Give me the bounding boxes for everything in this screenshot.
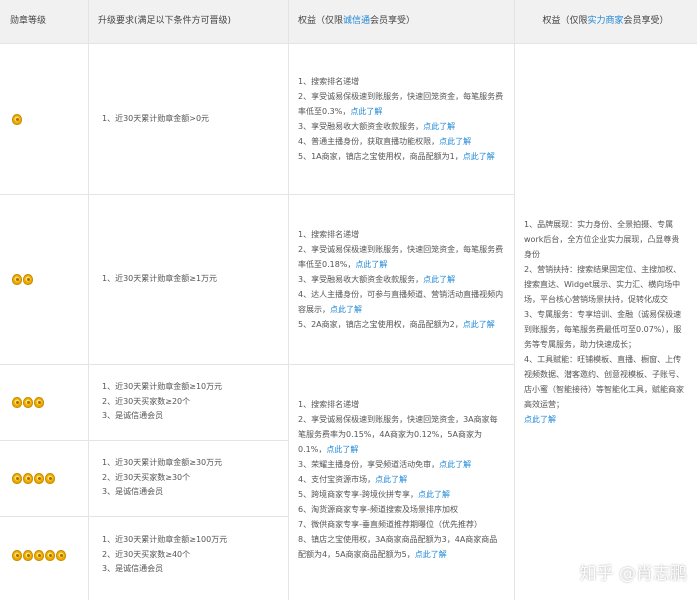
level-cell	[0, 516, 88, 594]
medal-icon	[34, 472, 44, 484]
medal-icon	[23, 472, 33, 484]
learn-more-link[interactable]: 点此了解	[418, 490, 450, 499]
medal-icon	[34, 549, 44, 561]
rights-item: 4、普通主播身份，获取直播功能权限，点此了解	[298, 137, 472, 146]
rights-cell: 1、搜索排名递增 2、享受诚易保极速到账服务，快速回笼资金，每笔服务费率低至0.…	[288, 44, 514, 194]
medal-icon	[45, 549, 55, 561]
requirement-item: 1、近30天累计勋章金额≥30万元	[102, 457, 223, 467]
rights-table: 勋章等级 升级要求(满足以下条件方可晋级) 权益（仅限 诚信通 会员享受） 权益（仅…	[0, 0, 697, 600]
rights-item: 3、享受融易收大额资金收款服务，点此了解	[298, 122, 456, 131]
learn-more-link[interactable]: 点此了解	[350, 107, 382, 116]
learn-more-link[interactable]: 点此了解	[375, 475, 407, 484]
learn-more-link[interactable]: 点此了解	[415, 550, 447, 559]
requirement-cell: 1、近30天累计勋章金额≥100万元 2、近30天买家数≥40个 3、是诚信通会…	[88, 516, 288, 594]
requirement-item: 1、近30天累计勋章金额≥10万元	[102, 381, 223, 391]
rights-item: 7、微供商家专享-垂直频道推荐期曝位（优先推荐）	[298, 519, 482, 529]
requirement-cell: 1、近30天累计勋章金额≥30万元 2、近30天买家数≥30个 3、是诚信通会员	[88, 440, 288, 516]
rights-cell: 1、搜索排名递增 2、享受诚易保极速到账服务，快速回笼资金，每笔服务费率低至0.…	[288, 194, 514, 364]
learn-more-link[interactable]: 点此了解	[355, 260, 387, 269]
medal-icon	[45, 472, 55, 484]
requirement-cell: 1、近30天累计勋章金额≥10万元 2、近30天买家数≥20个 3、是诚信通会员	[88, 364, 288, 440]
header-rights2-prefix: 权益（仅限	[542, 16, 588, 27]
requirement-cell: 1、近30天累计勋章金额≥1万元	[88, 194, 288, 364]
learn-more-link[interactable]: 点此了解	[524, 415, 556, 424]
level-cell	[0, 364, 88, 440]
learn-more-link[interactable]: 点此了解	[463, 320, 495, 329]
rights-cell-shared: 1、搜索排名递增 2、享受诚易保极速到账服务，快速回笼资金，3A商家每笔服务费率…	[288, 364, 514, 594]
header-rights1-highlight[interactable]: 诚信通	[343, 15, 370, 27]
strength-rights-cell: 1、品牌展现：实力身份、全景拍摄、专属work后台，全方位企业实力展现，凸显尊贵…	[514, 44, 697, 600]
rights-item: 2、享受诚易保极速到账服务，快速回笼资金，每笔服务费率低至0.18%，点此了解	[298, 244, 504, 269]
medal-icon	[23, 549, 33, 561]
medal-row	[12, 549, 88, 561]
medal-icon	[23, 396, 33, 408]
rights-item: 1、搜索排名递增	[298, 77, 360, 86]
strength-rights-item: 3、专属服务：专享培训、金融（诚易保极速到账服务，每笔服务费最低可至0.07%）…	[524, 310, 682, 349]
learn-more-link[interactable]: 点此了解	[463, 152, 495, 161]
rights-item: 4、支付宝资源市场，点此了解	[298, 474, 408, 484]
rights-item: 2、享受诚易保极速到账服务，快速回笼资金，每笔服务费率低至0.3%，点此了解	[298, 92, 504, 116]
medal-icon	[34, 396, 44, 408]
level-cell	[0, 44, 88, 194]
requirement-item: 1、近30天累计勋章金额≥1万元	[102, 273, 218, 283]
header-rights-chengxintong: 权益（仅限 诚信通 会员享受）	[288, 0, 514, 44]
header-rights2-suffix: 会员享受）	[623, 16, 669, 27]
learn-more-link[interactable]: 点此了解	[439, 460, 471, 469]
learn-more-link[interactable]: 点此了解	[326, 445, 358, 454]
header-requirement: 升级要求(满足以下条件方可晋级)	[88, 0, 288, 44]
medal-icon	[56, 549, 66, 561]
header-rights-strength: 权益（仅限 实力商家 会员享受）	[514, 0, 697, 44]
header-rights1-prefix: 权益（仅限	[298, 16, 344, 27]
medal-icon	[12, 549, 22, 561]
medal-icon	[12, 396, 22, 408]
medal-row	[12, 273, 88, 285]
rights-item: 2、享受诚易保极速到账服务，快速回笼资金，3A商家每笔服务费率为0.15%，4A…	[298, 414, 498, 454]
requirement-item: 3、是诚信通会员	[102, 487, 164, 497]
header-requirement-label: 升级要求(满足以下条件方可晋级)	[98, 16, 232, 27]
learn-more-link[interactable]: 点此了解	[439, 137, 471, 146]
rights-item: 8、镇店之宝使用权，3A商家商品配额为3，4A商家商品配额为4，5A商家商品配额…	[298, 534, 498, 559]
rights-item: 1、搜索排名递增	[298, 399, 360, 409]
requirement-item: 2、近30天买家数≥40个	[102, 549, 191, 559]
level-cell	[0, 194, 88, 364]
level-cell	[0, 440, 88, 516]
rights-item: 3、享受融易收大额资金收款服务，点此了解	[298, 274, 456, 284]
strength-rights-item: 4、工具赋能：旺铺模板、直播、橱窗、上传视频数据、潜客邀约、创意视模板、子账号、…	[524, 355, 684, 409]
requirement-cell: 1、近30天累计勋章金额>0元	[88, 44, 288, 194]
requirement-item: 3、是诚信通会员	[102, 564, 164, 574]
medal-icon	[12, 113, 22, 125]
rights-item: 4、达人主播身份，可参与直播频道、营销活动直播视频内容展示，点此了解	[298, 289, 504, 314]
medal-row	[12, 472, 88, 484]
rights-item: 1、搜索排名递增	[298, 229, 360, 239]
medal-icon	[12, 273, 22, 285]
requirement-item: 1、近30天累计勋章金额≥100万元	[102, 534, 228, 544]
rights-item: 5、2A商家，镇店之宝使用权，商品配额为2，点此了解	[298, 319, 495, 329]
learn-more-link[interactable]: 点此了解	[423, 122, 455, 131]
requirement-item: 2、近30天买家数≥20个	[102, 396, 191, 406]
header-level: 勋章等级	[0, 0, 88, 44]
requirement-item: 2、近30天买家数≥30个	[102, 472, 191, 482]
learn-more-link[interactable]: 点此了解	[330, 305, 362, 314]
strength-rights-item: 2、营销扶持：搜索结果固定位、主搜加权、搜索直达、Widget展示、实力汇、横向…	[524, 265, 682, 304]
header-rights2-highlight[interactable]: 实力商家	[587, 15, 623, 27]
requirement-item: 3、是诚信通会员	[102, 411, 164, 421]
header-rights1-suffix: 会员享受）	[370, 16, 416, 27]
medal-row	[12, 113, 88, 125]
medal-row	[12, 396, 88, 408]
learn-more-link[interactable]: 点此了解	[423, 275, 455, 284]
strength-rights-item: 点此了解	[524, 412, 687, 427]
rights-item: 5、1A商家，镇店之宝使用权，商品配额为1，点此了解	[298, 152, 495, 161]
medal-icon	[23, 273, 33, 285]
watermark: 知乎 @肖志鹏	[579, 564, 687, 585]
medal-icon	[12, 472, 22, 484]
header-level-label: 勋章等级	[10, 16, 47, 27]
requirement-item: 1、近30天累计勋章金额>0元	[102, 113, 210, 123]
rights-item: 5、跨境商家专享-跨境伙拼专享，点此了解	[298, 489, 450, 499]
rights-item: 6、淘货源商家专享-频道搜索及场景排序加权	[298, 504, 458, 514]
rights-item: 3、荣耀主播身份，享受频道活动免审，点此了解	[298, 459, 472, 469]
strength-rights-item: 1、品牌展现：实力身份、全景拍摄、专属work后台，全方位企业实力展现，凸显尊贵…	[524, 220, 680, 259]
